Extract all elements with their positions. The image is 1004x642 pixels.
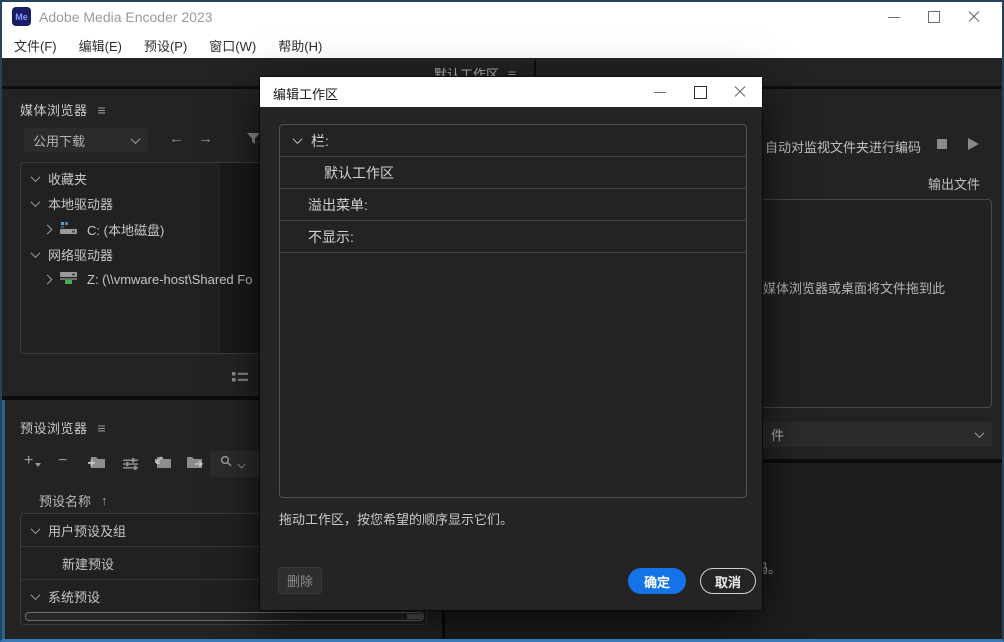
- dialog-titlebar: 编辑工作区: [260, 77, 762, 107]
- tree-item-network-drives[interactable]: 网络驱动器: [32, 242, 113, 267]
- chevron-right-icon[interactable]: [43, 225, 53, 235]
- tree-item-label: 收藏夹: [48, 169, 87, 188]
- app-window: Me Adobe Media Encoder 2023 文件(F) 编辑(E) …: [0, 0, 1004, 642]
- minimize-icon: [654, 92, 666, 93]
- back-button[interactable]: ←: [169, 130, 184, 147]
- preset-sort-header[interactable]: 预设名称 ↑: [39, 491, 108, 510]
- remove-preset-button[interactable]: −: [58, 452, 67, 470]
- local-drive-icon: [60, 221, 78, 238]
- workspace-row-label: 栏:: [311, 131, 329, 151]
- chevron-down-icon[interactable]: [31, 590, 41, 600]
- maximize-button[interactable]: [914, 2, 954, 32]
- titlebar: Me Adobe Media Encoder 2023: [2, 2, 1002, 32]
- menu-window[interactable]: 窗口(W): [209, 36, 256, 55]
- minimize-icon: [888, 17, 900, 18]
- media-browser-header: 媒体浏览器 ≡: [20, 100, 106, 119]
- dialog-minimize-button[interactable]: [640, 77, 680, 107]
- menu-preset[interactable]: 预设(P): [144, 36, 187, 55]
- tree-item-local-drives[interactable]: 本地驱动器: [32, 191, 113, 216]
- menu-edit[interactable]: 编辑(E): [79, 36, 122, 55]
- preset-browser-menu-icon[interactable]: ≡: [98, 421, 107, 435]
- tree-item-label: 用户预设及组: [48, 521, 126, 540]
- close-icon: [734, 86, 746, 98]
- list-view-icon[interactable]: [232, 370, 249, 388]
- media-browser-menu-icon[interactable]: ≡: [98, 103, 107, 117]
- output-file-column-header: 输出文件: [928, 174, 980, 193]
- preset-browser-header: 预设浏览器 ≡: [20, 418, 106, 437]
- menubar: 文件(F) 编辑(E) 预设(P) 窗口(W) 帮助(H): [2, 32, 1002, 58]
- filter-icon[interactable]: [247, 132, 260, 150]
- app-logo-icon: Me: [12, 7, 31, 26]
- forward-button[interactable]: →: [198, 130, 213, 147]
- cancel-button[interactable]: 取消: [700, 568, 756, 594]
- dialog-title: 编辑工作区: [273, 84, 338, 103]
- add-preset-button[interactable]: +: [24, 452, 41, 470]
- tree-item-new-preset[interactable]: 新建预设: [62, 550, 114, 576]
- chevron-down-icon: [975, 428, 985, 438]
- tree-item-system-presets[interactable]: 系统预设: [32, 583, 100, 609]
- tree-item-label: Z: (\\vmware-host\Shared Fo: [87, 272, 252, 287]
- chevron-down-icon: [131, 134, 141, 144]
- tree-item-favorites[interactable]: 收藏夹: [32, 166, 87, 191]
- scrollbar-handle[interactable]: [407, 614, 422, 619]
- workspace-row-label: 不显示:: [308, 227, 354, 247]
- media-browser-title: 媒体浏览器: [20, 100, 88, 119]
- chevron-down-icon[interactable]: [31, 197, 41, 207]
- preset-browser-title: 预设浏览器: [20, 418, 88, 437]
- tree-item-user-presets[interactable]: 用户预设及组: [32, 517, 126, 543]
- add-preset-caret-icon: [35, 463, 41, 467]
- chevron-down-icon[interactable]: [31, 172, 41, 182]
- menu-help[interactable]: 帮助(H): [278, 36, 322, 55]
- menu-file[interactable]: 文件(F): [14, 36, 57, 55]
- tree-item-label: 本地驱动器: [48, 194, 113, 213]
- maximize-icon: [694, 86, 707, 99]
- preset-horizontal-scrollbar[interactable]: [25, 612, 424, 621]
- delete-button[interactable]: 删除: [278, 567, 322, 594]
- chevron-down-icon: [238, 460, 246, 468]
- tree-item-label: 新建预设: [62, 554, 114, 573]
- window-title: Adobe Media Encoder 2023: [39, 9, 213, 25]
- workspace-row-default[interactable]: 默认工作区: [280, 157, 746, 189]
- chevron-right-icon[interactable]: [43, 275, 53, 285]
- dialog-close-button[interactable]: [720, 77, 760, 107]
- network-drive-icon: [60, 271, 78, 288]
- tree-item-label: C: (本地磁盘): [87, 220, 164, 239]
- close-icon: [968, 11, 980, 23]
- chevron-down-icon[interactable]: [31, 248, 41, 258]
- auto-encode-label: 自动对监视文件夹进行编码: [765, 137, 921, 156]
- preset-panel-focus-border: [2, 400, 5, 640]
- tree-item-label: 网络驱动器: [48, 245, 113, 264]
- close-button[interactable]: [954, 2, 994, 32]
- sort-direction-icon: ↑: [101, 493, 108, 508]
- dialog-maximize-button[interactable]: [680, 77, 720, 107]
- tree-item-label: 系统预设: [48, 587, 100, 606]
- workspace-row-label: 溢出菜单:: [308, 195, 368, 215]
- workspace-row-bar[interactable]: 栏:: [280, 125, 746, 157]
- media-source-select[interactable]: 公用下载: [24, 128, 148, 152]
- workspace-row-label: 默认工作区: [324, 163, 394, 183]
- workspace-row-hidden[interactable]: 不显示:: [280, 221, 746, 253]
- maximize-icon: [928, 11, 940, 23]
- chevron-down-icon[interactable]: [293, 134, 303, 144]
- workspace-list-box: 栏: 默认工作区 溢出菜单: 不显示:: [279, 124, 747, 498]
- minimize-button[interactable]: [874, 2, 914, 32]
- queue-drop-hint: 媒体浏览器或桌面将文件拖到此: [763, 278, 945, 297]
- edit-workspace-dialog: 编辑工作区 栏: 默认工作区 溢出菜单: 不显示: 拖动工作区，按您希望的顺序显…: [260, 77, 762, 610]
- export-preset-icon[interactable]: [186, 455, 204, 475]
- media-source-value: 公用下载: [33, 131, 85, 150]
- play-icon[interactable]: [968, 138, 979, 150]
- sort-column-label: 预设名称: [39, 491, 91, 510]
- stop-icon[interactable]: [937, 139, 947, 149]
- search-icon: [220, 455, 233, 473]
- tree-item-c-drive[interactable]: C: (本地磁盘): [44, 217, 164, 242]
- tree-item-z-drive[interactable]: Z: (\\vmware-host\Shared Fo: [44, 267, 252, 292]
- dialog-hint-text: 拖动工作区，按您希望的顺序显示它们。: [279, 509, 513, 528]
- preset-settings-icon[interactable]: [123, 457, 140, 475]
- chevron-down-icon[interactable]: [31, 524, 41, 534]
- new-preset-group-icon[interactable]: [88, 455, 106, 475]
- ok-button[interactable]: 确定: [628, 568, 686, 594]
- workspace-row-overflow[interactable]: 溢出菜单:: [280, 189, 746, 221]
- import-preset-icon[interactable]: [154, 455, 172, 475]
